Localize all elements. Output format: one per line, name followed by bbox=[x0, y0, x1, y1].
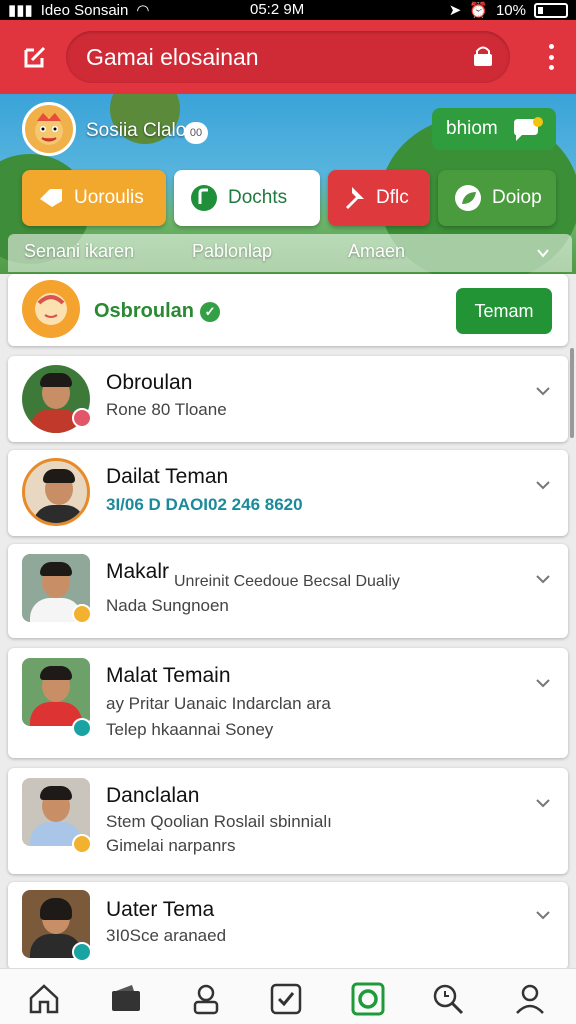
battery-label: 10% bbox=[495, 1, 526, 19]
request-avatar bbox=[22, 280, 80, 338]
add-friend-button[interactable]: Temam bbox=[456, 288, 552, 334]
chevron-down-icon[interactable] bbox=[534, 794, 552, 812]
profile-banner: Sosiia Clalo 00 bhiom Uoroulis Dochts Df… bbox=[0, 94, 576, 274]
friend-subtitle: ay Pritar Uanaic Indarclan ara bbox=[106, 694, 331, 713]
friend-card[interactable]: Dailat Teman 3I/06 D DAOI02 246 8620 bbox=[8, 450, 568, 536]
profile-action-label: bhiom bbox=[446, 118, 498, 139]
status-badge bbox=[72, 408, 92, 428]
action-label: Uoroulis bbox=[74, 187, 144, 208]
friend-subtitle: 3I0Sce aranaed bbox=[106, 926, 227, 945]
friend-card[interactable]: Uater Tema 3I0Sce aranaed bbox=[8, 882, 568, 970]
friend-subtitle: Rone 80 Tloane bbox=[106, 400, 227, 419]
wallet-icon[interactable] bbox=[108, 981, 144, 1017]
bottom-nav bbox=[0, 968, 576, 1024]
avatar[interactable] bbox=[22, 458, 90, 526]
search-icon[interactable] bbox=[430, 981, 466, 1017]
more-options-icon[interactable] bbox=[548, 44, 554, 70]
pin-icon bbox=[346, 187, 364, 209]
status-badge bbox=[72, 604, 92, 624]
chevron-down-icon[interactable] bbox=[534, 906, 552, 924]
signal-icon: ▮▮▮ bbox=[8, 2, 33, 19]
friend-card[interactable]: Malat Temain ay Pritar Uanaic Indarclan … bbox=[8, 648, 568, 758]
leaf-icon bbox=[455, 185, 481, 211]
chevron-down-icon[interactable] bbox=[534, 476, 552, 494]
home-icon[interactable] bbox=[26, 981, 62, 1017]
friend-card[interactable]: Obroulan Rone 80 Tloane bbox=[8, 356, 568, 442]
location-icon: ➤ bbox=[448, 2, 462, 19]
chat-bubble-icon bbox=[514, 117, 543, 141]
search-text: Gamai elosainan bbox=[86, 44, 259, 70]
action-button-dochts[interactable]: Dochts bbox=[174, 170, 320, 226]
profile-avatar[interactable] bbox=[22, 102, 76, 156]
status-badge bbox=[72, 718, 92, 738]
friend-card[interactable]: Danclalan Stem Qoolian Roslail sbinnialı… bbox=[8, 768, 568, 874]
request-name: Osbroulan ✓ bbox=[94, 300, 221, 323]
avatar[interactable] bbox=[22, 658, 90, 726]
tab-pablonlap[interactable]: Pablonlap bbox=[192, 241, 272, 262]
friend-name: Malat Temain bbox=[106, 664, 231, 687]
action-label: Doiop bbox=[492, 187, 542, 208]
friend-name: Danclalan bbox=[106, 784, 200, 807]
action-button-dflc[interactable]: Dflc bbox=[328, 170, 430, 226]
battery-icon bbox=[534, 2, 568, 18]
scrollbar[interactable] bbox=[570, 348, 574, 438]
friend-name: Makalr bbox=[106, 560, 170, 583]
friend-card[interactable]: Makalr Unreinit Ceedoue Becsal Dualiy Na… bbox=[8, 544, 568, 638]
profile-badge: 00 bbox=[184, 122, 208, 144]
action-label: Dflc bbox=[376, 187, 409, 208]
friend-name: Dailat Teman bbox=[106, 465, 229, 488]
check-box-icon[interactable] bbox=[268, 981, 304, 1017]
friend-inline-status: Unreinit Ceedoue Becsal Dualiy bbox=[174, 573, 400, 590]
chevron-down-icon[interactable] bbox=[534, 382, 552, 400]
status-badge bbox=[72, 834, 92, 854]
friend-subtitle-2: Telep hkaannai Soney bbox=[106, 720, 274, 739]
profile-name: Sosiia Clalo bbox=[86, 120, 187, 141]
status-badge bbox=[72, 942, 92, 962]
friends-tab-icon[interactable] bbox=[350, 981, 386, 1017]
action-label: Dochts bbox=[228, 187, 288, 208]
status-bar: ▮▮▮ Ideo Sonsain ◠ 05:2 9M ➤ ⏰ 10% bbox=[0, 0, 576, 20]
friend-subtitle-2: Gimelai narpanrs bbox=[106, 836, 236, 855]
verified-icon: ✓ bbox=[200, 301, 221, 322]
friend-name: Obroulan bbox=[106, 371, 193, 394]
contact-icon bbox=[191, 185, 217, 211]
friend-subtitle: 3I/06 D DAOI02 246 8620 bbox=[106, 495, 303, 514]
wifi-icon: ◠ bbox=[136, 2, 150, 19]
chevron-down-icon[interactable] bbox=[536, 246, 550, 260]
friend-name: Uater Tema bbox=[106, 898, 215, 921]
tab-amaen[interactable]: Amaen bbox=[348, 241, 405, 262]
carrier-label: Ideo Sonsain bbox=[40, 1, 129, 19]
profile-lock-icon[interactable] bbox=[188, 981, 224, 1017]
tab-senani[interactable]: Senani ikaren bbox=[24, 241, 134, 262]
user-icon[interactable] bbox=[512, 981, 548, 1017]
app-header: Gamai elosainan bbox=[0, 20, 576, 94]
friend-request-card[interactable]: Osbroulan ✓ Temam bbox=[8, 274, 568, 346]
action-button-uoroulis[interactable]: Uoroulis bbox=[22, 170, 166, 226]
friend-subtitle: Nada Sungnoen bbox=[106, 596, 229, 615]
chevron-down-icon[interactable] bbox=[534, 674, 552, 692]
search-bar[interactable]: Gamai elosainan bbox=[66, 31, 510, 83]
friend-subtitle: Stem Qoolian Roslail sbinnialı bbox=[106, 812, 332, 831]
app-screen: ▮▮▮ Ideo Sonsain ◠ 05:2 9M ➤ ⏰ 10% Gamai… bbox=[0, 0, 576, 1024]
tab-bar: Senani ikaren Pablonlap Amaen bbox=[8, 234, 572, 272]
cartoon-avatar-icon bbox=[35, 113, 63, 145]
compose-icon[interactable] bbox=[22, 44, 48, 70]
cartoon-face-icon bbox=[35, 293, 67, 325]
lock-icon[interactable] bbox=[472, 45, 494, 67]
chevron-down-icon[interactable] bbox=[534, 570, 552, 588]
profile-action-button[interactable]: bhiom bbox=[432, 108, 556, 150]
tag-icon bbox=[40, 189, 62, 207]
alarm-icon: ⏰ bbox=[469, 2, 488, 19]
status-time: 05:2 9M bbox=[250, 1, 305, 18]
action-button-doiop[interactable]: Doiop bbox=[438, 170, 556, 226]
